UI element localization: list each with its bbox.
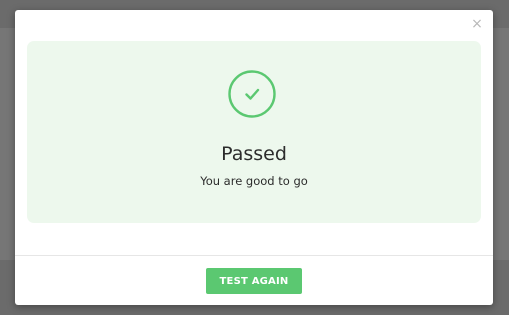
result-title: Passed <box>221 143 287 165</box>
close-icon[interactable]: × <box>471 16 483 32</box>
result-panel: Passed You are good to go <box>27 41 481 223</box>
check-circle-icon <box>228 70 276 118</box>
test-result-dialog: × Passed You are good to go TEST AGAIN <box>15 10 493 305</box>
footer-divider <box>15 255 493 256</box>
test-again-button[interactable]: TEST AGAIN <box>206 268 302 294</box>
result-message: You are good to go <box>200 174 308 188</box>
